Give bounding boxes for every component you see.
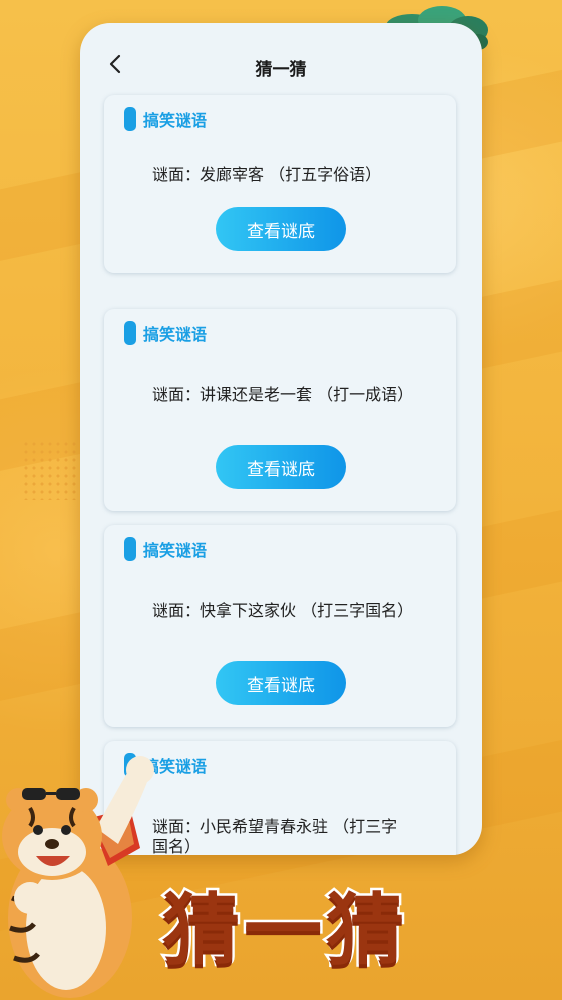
bg-dots (22, 440, 82, 500)
category-tag: 搞笑谜语 (124, 321, 207, 345)
riddle-text: 谜面：讲课还是老一套 （打一成语） (152, 385, 414, 404)
tag-marker (124, 107, 136, 131)
phone-screen: 猜一猜 搞笑谜语 谜面：发廊宰客 （打五字俗语） 查看谜底 搞笑谜语 谜面：讲课… (80, 23, 482, 855)
riddle-card: 搞笑谜语 谜面：快拿下这家伙 （打三字国名） 查看谜底 (104, 525, 456, 727)
category-label: 搞笑谜语 (143, 541, 208, 560)
tag-marker (124, 321, 136, 345)
riddle-text: 谜面：快拿下这家伙 （打三字国名） (152, 601, 414, 620)
riddle-list[interactable]: 搞笑谜语 谜面：发廊宰客 （打五字俗语） 查看谜底 搞笑谜语 谜面：讲课还是老一… (80, 95, 482, 855)
tiger-mascot-icon (2, 756, 154, 998)
tag-marker (124, 537, 136, 561)
riddle-card: 搞笑谜语 谜面：讲课还是老一套 （打一成语） 查看谜底 (104, 309, 456, 511)
banner-title: 猜一猜 (159, 884, 408, 979)
category-tag: 搞笑谜语 (124, 537, 207, 561)
riddle-text: 谜面：发廊宰客 （打五字俗语） (152, 165, 382, 184)
riddle-card: 搞笑谜语 谜面：发廊宰客 （打五字俗语） 查看谜底 (104, 95, 456, 273)
riddle-text: 谜面：小民希望青春永驻 （打三字国名） (152, 817, 398, 855)
view-answer-button[interactable]: 查看谜底 (216, 207, 346, 251)
category-label: 搞笑谜语 (143, 111, 208, 130)
view-answer-button[interactable]: 查看谜底 (216, 661, 346, 705)
category-tag: 搞笑谜语 (124, 107, 207, 131)
page-title: 猜一猜 (255, 60, 307, 80)
nav-bar: 猜一猜 (80, 23, 482, 95)
view-answer-button[interactable]: 查看谜底 (216, 445, 346, 489)
category-label: 搞笑谜语 (143, 325, 208, 344)
